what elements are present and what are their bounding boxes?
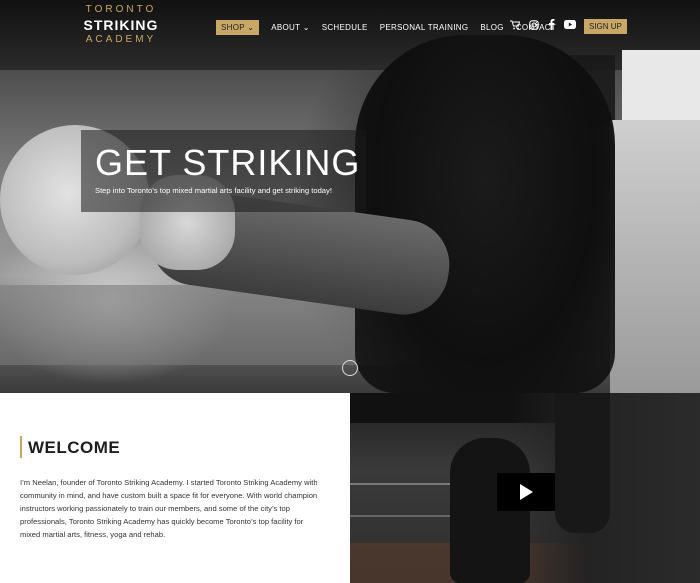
nav-item-shop[interactable]: SHOP ⌄ (216, 19, 260, 35)
scroll-down-indicator[interactable] (342, 360, 358, 376)
hero-title: GET STRIKING (95, 142, 361, 183)
play-icon (520, 484, 533, 500)
nav-item-schedule[interactable]: SCHEDULE (322, 23, 368, 32)
video-play-button[interactable] (497, 473, 555, 511)
hero-right-panel (610, 120, 700, 393)
site-logo[interactable]: TORONTO STRIKING ACADEMY (82, 5, 160, 45)
welcome-paragraph: I’m Neelan, founder of Toronto Striking … (20, 478, 318, 539)
logo-line-3: ACADEMY (85, 34, 157, 45)
video-punching-bag (555, 393, 610, 533)
instagram-icon[interactable] (529, 19, 539, 35)
nav-item-about[interactable]: ABOUT ⌄ (271, 23, 309, 32)
nav-item-blog[interactable]: BLOG (480, 23, 503, 32)
hero-subtitle: Step into Toronto’s top mixed martial ar… (95, 186, 332, 195)
facebook-icon[interactable] (548, 19, 555, 35)
logo-line-1: TORONTO (85, 4, 157, 15)
youtube-icon[interactable] (564, 20, 576, 34)
logo-line-2: STRIKING (83, 17, 159, 33)
hero-boxer (355, 35, 615, 393)
nav-item-personal-training[interactable]: PERSONAL TRAINING (380, 23, 469, 32)
welcome-heading: WELCOME (28, 438, 121, 457)
signup-button[interactable]: SIGN UP (584, 19, 627, 34)
welcome-accent-bar (20, 436, 22, 458)
cart-icon[interactable] (510, 20, 521, 35)
hero-window (622, 50, 700, 130)
